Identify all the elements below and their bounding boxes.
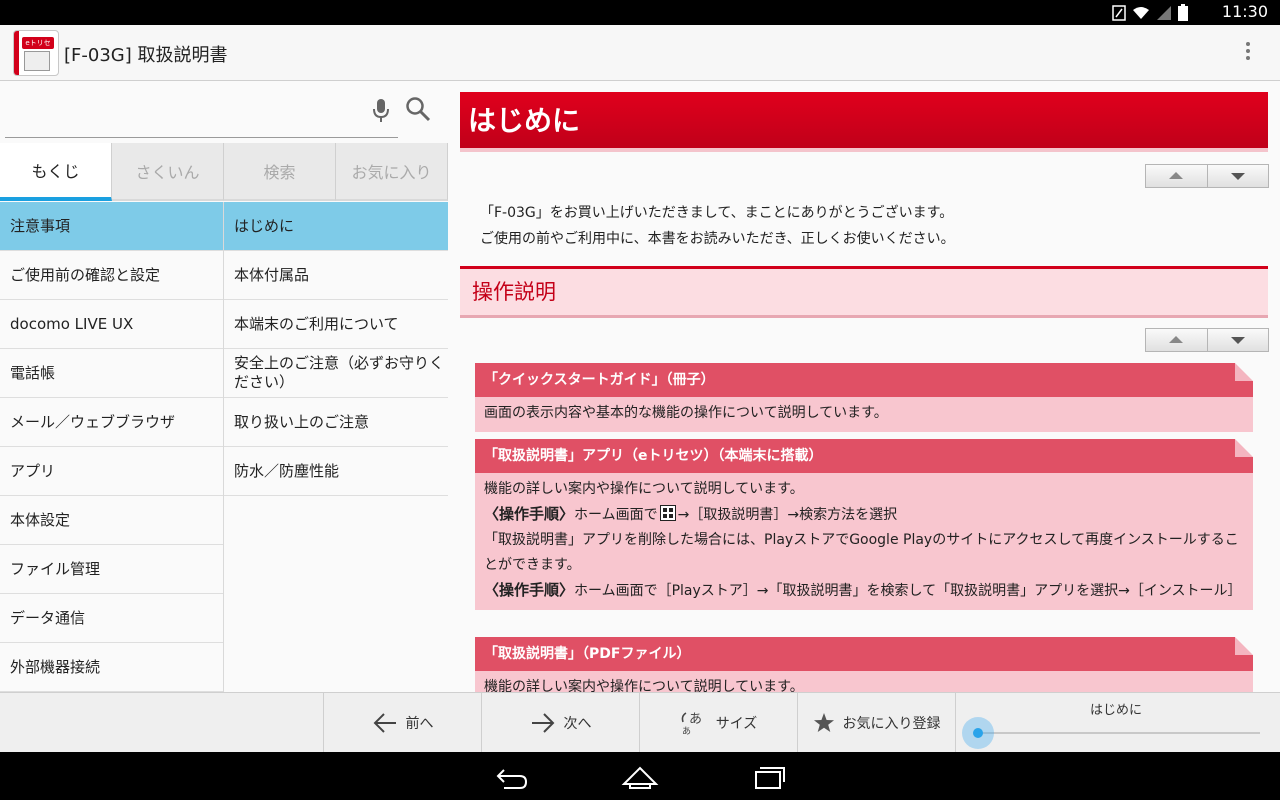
- svg-text:あ: あ: [689, 712, 702, 727]
- table-of-contents: 注意事項 ご使用前の確認と設定 docomo LIVE UX 電話帳 メール／ウ…: [0, 202, 448, 692]
- section-nav: [1145, 328, 1269, 352]
- category-item[interactable]: docomo LIVE UX: [0, 300, 223, 349]
- recent-apps-icon[interactable]: [748, 762, 788, 790]
- tab-index[interactable]: さくいん: [112, 143, 224, 201]
- overflow-menu-icon[interactable]: [1238, 39, 1258, 69]
- category-item[interactable]: ご使用前の確認と設定: [0, 251, 223, 300]
- category-list: 注意事項 ご使用前の確認と設定 docomo LIVE UX 電話帳 メール／ウ…: [0, 202, 224, 692]
- page-slider-track[interactable]: [978, 732, 1260, 734]
- category-item[interactable]: 外部機器接続: [0, 643, 223, 692]
- page-title: はじめに: [460, 92, 1268, 152]
- search-bar: [5, 88, 398, 138]
- app-logo: eトリセツ: [13, 30, 59, 76]
- next-button[interactable]: 次へ: [481, 693, 639, 753]
- subitem-list: はじめに 本体付属品 本端末のご利用について 安全上のご注意（必ずお守りください…: [224, 202, 448, 496]
- tab-favorites[interactable]: お気に入り: [336, 143, 448, 201]
- search-icon[interactable]: [405, 96, 431, 122]
- category-item[interactable]: 注意事項: [0, 202, 223, 251]
- card-title: 「クイックスタートガイド」（冊子）: [484, 372, 715, 388]
- subitem[interactable]: 取り扱い上のご注意: [224, 398, 448, 447]
- status-icons: [1112, 4, 1188, 21]
- back-icon[interactable]: [490, 762, 530, 790]
- card-body: 機能の詳しい案内や操作について説明しています。: [475, 671, 1253, 692]
- scroll-up-button[interactable]: [1145, 328, 1208, 352]
- intro-text: 「F-03G」をお買い上げいただきまして、まことにありがとうございます。 ご使用…: [480, 205, 955, 247]
- page-nav-top: [1145, 164, 1269, 188]
- category-item[interactable]: アプリ: [0, 447, 223, 496]
- svg-text:あ: あ: [682, 726, 691, 736]
- tab-bar: もくじ さくいん 検索 お気に入り: [0, 143, 448, 201]
- clock: 11:30: [1221, 2, 1268, 21]
- up-arrow-icon: [1169, 336, 1184, 343]
- card-title: 「取扱説明書」（PDFファイル）: [484, 646, 691, 662]
- subitem[interactable]: 防水／防塵性能: [224, 447, 448, 496]
- slider-title: はじめに: [1090, 703, 1143, 718]
- down-arrow-icon: [1230, 173, 1245, 180]
- search-input[interactable]: [5, 94, 355, 130]
- info-card-quickstart: 「クイックスタートガイド」（冊子） 画面の表示内容や基本的な機能の操作について説…: [475, 363, 1253, 432]
- down-arrow-icon: [1230, 337, 1245, 344]
- font-size-button[interactable]: ああ サイズ: [639, 693, 797, 753]
- subitem[interactable]: 本端末のご利用について: [224, 300, 448, 349]
- subitem[interactable]: はじめに: [224, 202, 448, 251]
- app-grid-icon: [659, 505, 676, 521]
- section-heading: 操作説明: [460, 266, 1268, 318]
- category-item[interactable]: メール／ウェブブラウザ: [0, 398, 223, 447]
- card-title: 「取扱説明書」アプリ（eトリセツ）（本端末に搭載）: [484, 448, 823, 464]
- scroll-down-button[interactable]: [1207, 164, 1269, 188]
- category-item[interactable]: データ通信: [0, 594, 223, 643]
- bottom-toolbar: 前へ 次へ ああ サイズ お気に入り登録 はじめに: [0, 692, 1280, 753]
- scroll-down-button[interactable]: [1207, 328, 1269, 352]
- arrow-right-icon: [531, 713, 554, 733]
- category-item[interactable]: 本体設定: [0, 496, 223, 545]
- home-icon[interactable]: [620, 762, 660, 790]
- subitem[interactable]: 安全上のご注意（必ずお守りください）: [224, 349, 448, 398]
- system-nav-bar: [0, 752, 1280, 800]
- up-arrow-icon: [1169, 172, 1184, 179]
- status-bar: 11:30: [0, 0, 1280, 25]
- info-card-pdf: 「取扱説明書」（PDFファイル） 機能の詳しい案内や操作について説明しています。: [475, 637, 1253, 692]
- tab-search[interactable]: 検索: [224, 143, 336, 201]
- subitem[interactable]: 本体付属品: [224, 251, 448, 300]
- prev-button[interactable]: 前へ: [323, 693, 481, 753]
- scroll-up-button[interactable]: [1145, 164, 1208, 188]
- arrow-left-icon: [373, 713, 396, 733]
- signal-icon: [1157, 5, 1171, 20]
- star-icon: [813, 713, 834, 732]
- info-card-app: 「取扱説明書」アプリ（eトリセツ）（本端末に搭載） 機能の詳しい案内や操作につい…: [475, 439, 1253, 610]
- category-item[interactable]: ファイル管理: [0, 545, 223, 594]
- card-body: 画面の表示内容や基本的な機能の操作について説明しています。: [475, 397, 1253, 432]
- nfc-icon: [1112, 4, 1126, 21]
- text-size-icon: ああ: [681, 712, 702, 736]
- battery-icon: [1178, 4, 1188, 21]
- card-body: 機能の詳しい案内や操作について説明しています。 〈操作手順〉ホーム画面で →［取扱…: [475, 473, 1253, 610]
- tab-contents[interactable]: もくじ: [0, 143, 112, 201]
- content-pane[interactable]: はじめに 「F-03G」をお買い上げいただきまして、まことにありがとうございます…: [460, 92, 1280, 692]
- wifi-icon: [1133, 6, 1149, 19]
- add-favorite-button[interactable]: お気に入り登録: [797, 693, 955, 753]
- microphone-icon[interactable]: [373, 98, 389, 124]
- page-slider-thumb[interactable]: [973, 728, 983, 738]
- category-item[interactable]: 電話帳: [0, 349, 223, 398]
- app-title: [F-03G] 取扱説明書: [64, 45, 228, 66]
- action-bar: eトリセツ [F-03G] 取扱説明書: [0, 25, 1280, 81]
